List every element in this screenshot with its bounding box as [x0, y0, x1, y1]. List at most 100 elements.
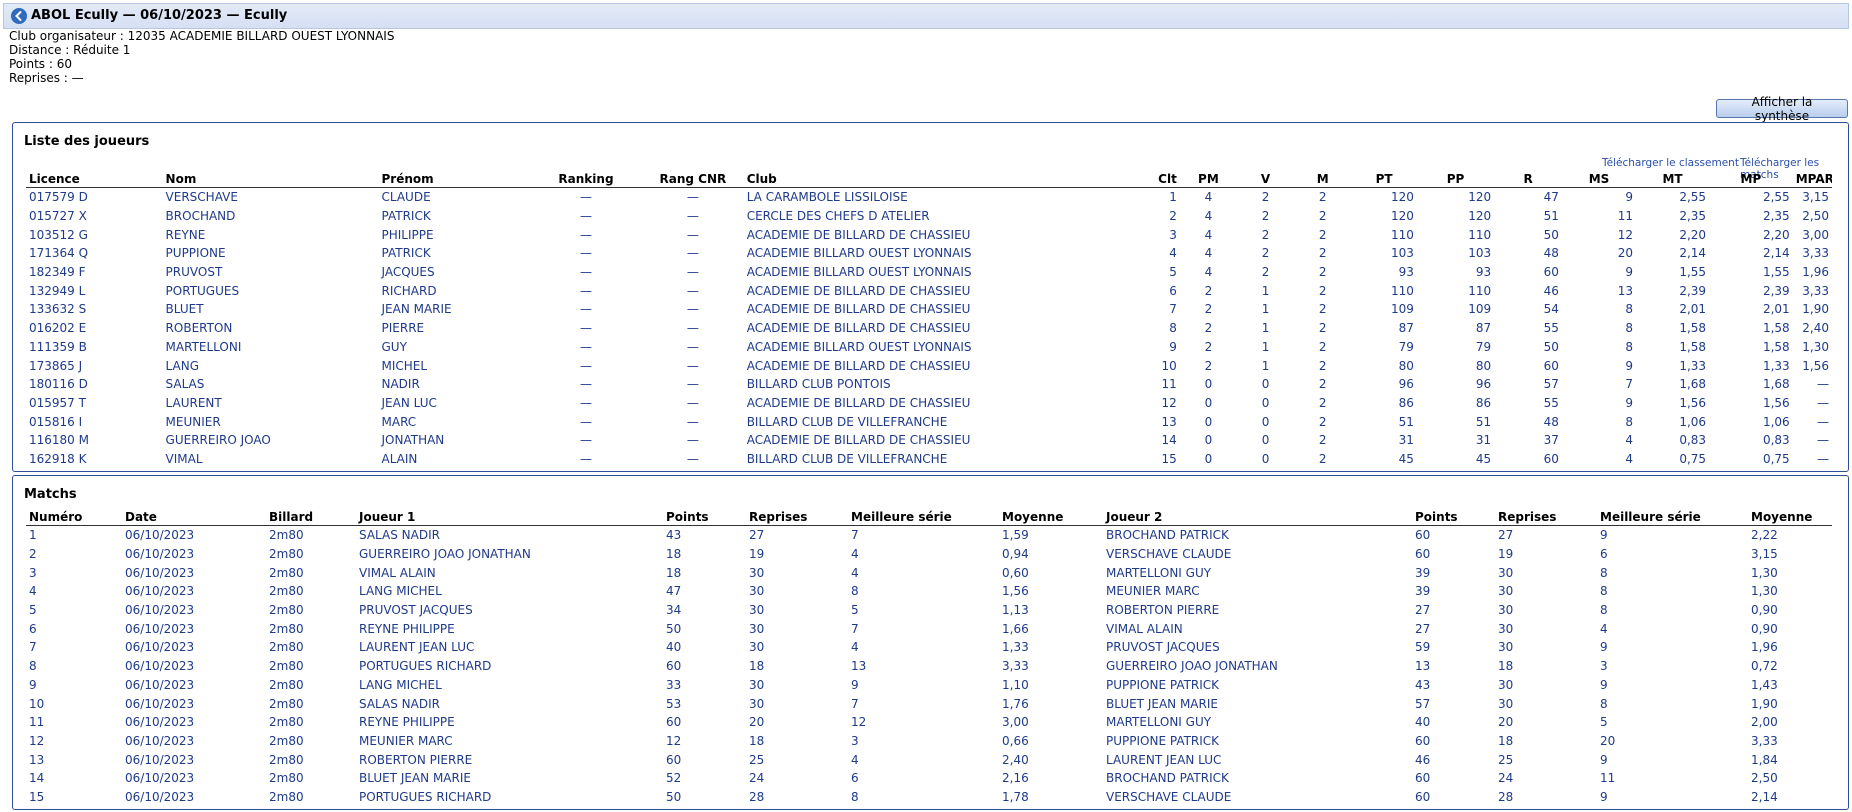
- match-cell: 43: [666, 528, 682, 543]
- players-col-header[interactable]: MS: [1561, 171, 1637, 188]
- player-cell: 4: [1204, 265, 1213, 280]
- player-cell[interactable]: 173865 J: [26, 356, 163, 375]
- match-row[interactable]: 10 06/10/2023 2m80 SALAS NADIR 53 30 7 1,76 BLUE…: [26, 694, 1832, 713]
- match-cell: 30: [749, 696, 765, 711]
- player-cell: —: [686, 265, 699, 280]
- player-cell[interactable]: 133632 S: [26, 300, 163, 319]
- player-cell: PATRICK: [381, 209, 431, 224]
- player-cell: 110: [1468, 283, 1492, 298]
- player-cell: 1,33: [1679, 358, 1707, 373]
- match-cell: PORTUGUES RICHARD: [359, 789, 492, 804]
- player-cell[interactable]: 116180 M: [26, 431, 163, 450]
- player-cell[interactable]: 015957 T: [26, 394, 163, 413]
- player-cell: 45: [1398, 451, 1414, 466]
- player-cell: —: [579, 321, 592, 336]
- player-cell: —: [686, 414, 699, 429]
- player-cell: PORTUGUES: [165, 283, 240, 298]
- player-cell: ACADEMIE BILLARD OUEST LYONNAIS: [746, 339, 972, 354]
- players-col-header[interactable]: PP: [1416, 171, 1495, 188]
- player-cell[interactable]: 132949 L: [26, 281, 163, 300]
- player-row[interactable]: 133632 S BLUET JEAN MARIE — — ACADEMIE DE BIL…: [26, 300, 1832, 319]
- player-cell: 2: [1318, 246, 1327, 261]
- show-synthesis-button[interactable]: Afficher la synthèse: [1716, 95, 1848, 123]
- player-cell[interactable]: 180116 D: [26, 375, 163, 394]
- match-row[interactable]: 5 06/10/2023 2m80 PRUVOST JACQUES 34 30 5 1,13 R…: [26, 601, 1832, 620]
- match-row[interactable]: 3 06/10/2023 2m80 VIMAL ALAIN 18 30 4 0,60 MARTE…: [26, 563, 1832, 582]
- player-cell: 103: [1468, 246, 1492, 261]
- player-row[interactable]: 015957 T LAURENT JEAN LUC — — ACADEMIE DE BIL…: [26, 394, 1832, 413]
- players-col-header[interactable]: MP: [1709, 171, 1793, 188]
- player-cell[interactable]: 015727 X: [26, 207, 163, 226]
- player-cell: 2,14: [1679, 246, 1707, 261]
- players-col-header[interactable]: PT: [1351, 171, 1417, 188]
- match-cell: 0,90: [1751, 621, 1778, 636]
- players-col-header[interactable]: Rang CNR: [642, 171, 744, 188]
- player-cell[interactable]: 182349 F: [26, 263, 163, 282]
- player-cell: VIMAL: [165, 451, 203, 466]
- match-cell: 06/10/2023: [125, 659, 195, 674]
- match-cell: 30: [749, 640, 765, 655]
- player-cell[interactable]: 017579 D: [26, 188, 163, 207]
- player-row[interactable]: 162918 K VIMAL ALAIN — — BILLARD CLUB DE VILL…: [26, 450, 1832, 469]
- player-row[interactable]: 182349 F PRUVOST JACQUES — — ACADEMIE BILLARD…: [26, 263, 1832, 282]
- players-col-header[interactable]: PM: [1179, 171, 1237, 188]
- players-col-header[interactable]: Nom: [162, 171, 379, 188]
- player-cell[interactable]: 015816 I: [26, 412, 163, 431]
- player-row[interactable]: 180116 D SALAS NADIR — — BILLARD CLUB PONTOIS…: [26, 375, 1832, 394]
- player-cell: 86: [1398, 395, 1414, 410]
- player-cell: 48: [1543, 414, 1559, 429]
- match-row[interactable]: 15 06/10/2023 2m80 PORTUGUES RICHARD 50 28 8 1,…: [26, 788, 1832, 807]
- players-col-header[interactable]: Ranking: [529, 171, 643, 188]
- match-cell: 3: [1600, 659, 1608, 674]
- player-cell[interactable]: 016202 E: [26, 319, 163, 338]
- match-row[interactable]: 4 06/10/2023 2m80 LANG MICHEL 47 30 8 1,56 MEUNI…: [26, 582, 1832, 601]
- match-cell: 30: [1498, 621, 1514, 636]
- match-cell: 60: [1415, 771, 1431, 786]
- match-row[interactable]: 7 06/10/2023 2m80 LAURENT JEAN LUC 40 30 4 1,33…: [26, 638, 1832, 657]
- match-cell: 10: [29, 696, 45, 711]
- player-cell[interactable]: 171364 Q: [26, 244, 163, 263]
- player-row[interactable]: 015727 X BROCHAND PATRICK — — CERCLE DES CHEF…: [26, 207, 1832, 226]
- player-cell: 80: [1398, 358, 1414, 373]
- player-row[interactable]: 016202 E ROBERTON PIERRE — — ACADEMIE DE BILL…: [26, 319, 1832, 338]
- player-cell: 0: [1261, 451, 1270, 466]
- match-row[interactable]: 1 06/10/2023 2m80 SALAS NADIR 43 27 7 1,59 BROCH…: [26, 526, 1832, 545]
- players-col-header[interactable]: MT: [1636, 171, 1710, 188]
- player-cell[interactable]: 111359 B: [26, 338, 163, 357]
- player-row[interactable]: 015816 I MEUNIER MARC — — BILLARD CLUB DE VIL…: [26, 412, 1832, 431]
- match-row[interactable]: 11 06/10/2023 2m80 REYNE PHILIPPE 60 20 12 3,00…: [26, 713, 1832, 732]
- match-row[interactable]: 14 06/10/2023 2m80 BLUET JEAN MARIE 52 24 6 2,1…: [26, 769, 1832, 788]
- match-cell: 27: [1415, 621, 1431, 636]
- match-row[interactable]: 12 06/10/2023 2m80 MEUNIER MARC 12 18 3 0,66 PUP…: [26, 732, 1832, 751]
- match-row[interactable]: 2 06/10/2023 2m80 GUERREIRO JOAO JONATHAN 18…: [26, 545, 1832, 564]
- match-row[interactable]: 9 06/10/2023 2m80 LANG MICHEL 33 30 9 1,10 PUPPI…: [26, 676, 1832, 695]
- player-row[interactable]: 103512 G REYNE PHILIPPE — — ACADEMIE DE BILLA…: [26, 225, 1832, 244]
- players-col-header[interactable]: Licence: [26, 171, 163, 188]
- players-col-header[interactable]: MPART: [1792, 171, 1832, 188]
- match-row[interactable]: 8 06/10/2023 2m80 PORTUGUES RICHARD 60 18 13 3,…: [26, 657, 1832, 676]
- player-cell: 1,58: [1679, 339, 1707, 354]
- match-row[interactable]: 13 06/10/2023 2m80 ROBERTON PIERRE 60 25 4 2,40…: [26, 750, 1832, 769]
- player-cell: 11: [1617, 209, 1634, 224]
- player-cell: —: [686, 451, 699, 466]
- back-arrow-icon[interactable]: [11, 8, 27, 24]
- player-row[interactable]: 017579 D VERSCHAVE CLAUDE — — LA CARAMBOLE LI…: [26, 188, 1832, 207]
- players-col-header[interactable]: M: [1294, 171, 1352, 188]
- match-row[interactable]: 6 06/10/2023 2m80 REYNE PHILIPPE 50 30 7 1,66 VI…: [26, 619, 1832, 638]
- player-cell[interactable]: 162918 K: [26, 450, 163, 469]
- title-bar: ABOL Ecully — 06/10/2023 — Ecully: [3, 3, 1849, 29]
- players-col-header[interactable]: R: [1494, 171, 1562, 188]
- player-row[interactable]: 132949 L PORTUGUES RICHARD — — ACADEMIE DE BI…: [26, 281, 1832, 300]
- match-cell: GUERREIRO JOAO JONATHAN: [1106, 659, 1278, 674]
- players-col-header[interactable]: Prénom: [378, 171, 530, 188]
- player-row[interactable]: 173865 J LANG MICHEL — — ACADEMIE DE BILLARD …: [26, 356, 1832, 375]
- player-cell[interactable]: 103512 G: [26, 225, 163, 244]
- players-col-header[interactable]: Clt: [1127, 171, 1180, 188]
- players-col-header[interactable]: Club: [743, 171, 1128, 188]
- player-row[interactable]: 111359 B MARTELLONI GUY — — ACADEMIE BILLARD …: [26, 338, 1832, 357]
- player-row[interactable]: 171364 Q PUPPIONE PATRICK — — ACADEMIE BILLAR…: [26, 244, 1832, 263]
- players-col-header[interactable]: V: [1236, 171, 1295, 188]
- download-ranking-link[interactable]: Télécharger le classement: [1602, 157, 1739, 169]
- player-cell: LANG: [165, 358, 199, 373]
- player-row[interactable]: 116180 M GUERREIRO JOAO JONATHAN — — ACADEMIE…: [26, 431, 1832, 450]
